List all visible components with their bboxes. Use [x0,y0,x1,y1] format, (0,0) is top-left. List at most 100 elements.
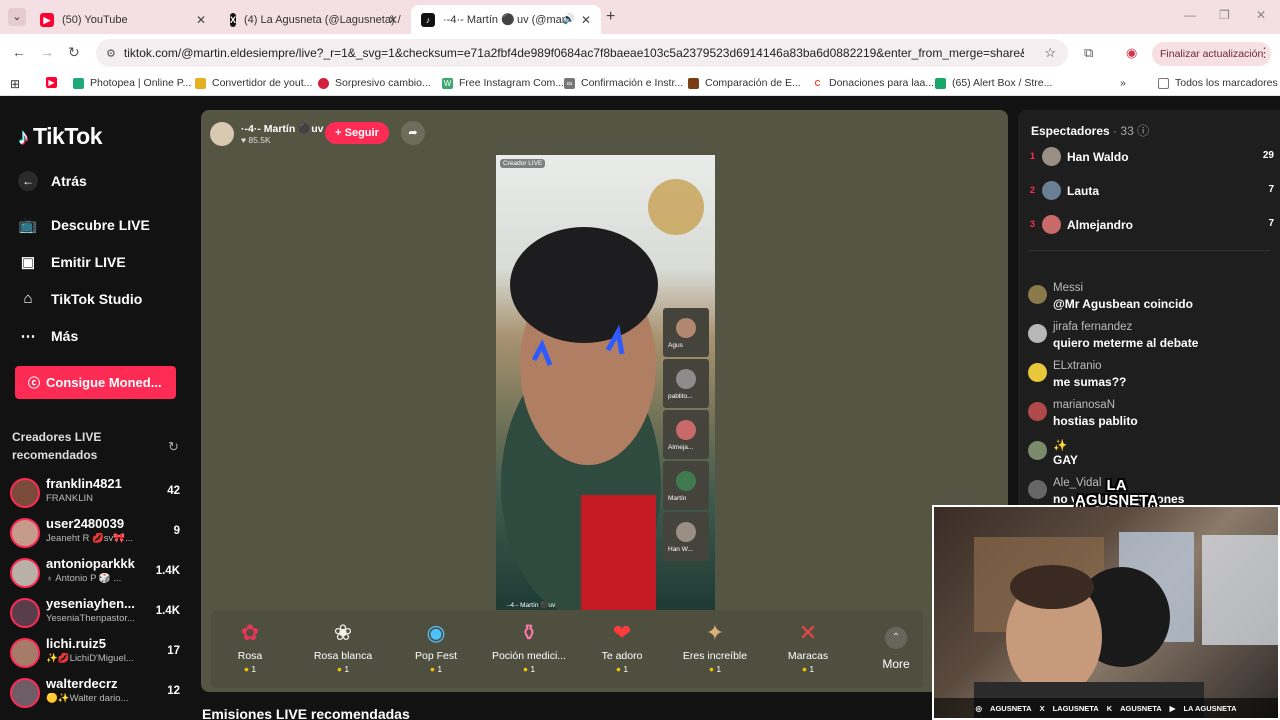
gift-name: Rosa [237,650,263,662]
sidebar-item-studio[interactable]: ⌂ TikTok Studio [18,290,142,307]
gift-item[interactable]: ❀ Rosa blanca ● 1 [298,620,388,674]
gift-price: ● 1 [298,664,388,674]
host-name[interactable]: ·-4·- Martín ⚫uv [241,122,324,135]
minimize-icon[interactable]: — [1184,8,1196,22]
live-video[interactable]: Creador LIVE Agus pablito... Almeja... M… [496,155,715,612]
gift-item[interactable]: ◉ Pop Fest ● 1 [391,620,481,674]
sidebar-item-discover-live[interactable]: 📺 Descubre LIVE [18,216,150,234]
bookmarks-overflow-icon[interactable]: » [1120,77,1126,89]
close-icon[interactable]: ✕ [196,13,206,27]
bookmark-donations[interactable]: C Donaciones para laa... [812,77,934,89]
bookmark-comparison[interactable]: Comparación de E... [688,77,801,89]
guest-tile[interactable]: pablito... [663,359,709,408]
creator-item[interactable]: yeseniayhen... YeseniaThenpastor... 1.4K [10,596,180,632]
bookmark-converter[interactable]: Convertidor de yout... [195,77,312,89]
instagram-handle: AGUSNETA [990,703,1032,713]
gift-name: Pop Fest [414,650,458,662]
sidebar-item-more[interactable]: ⋯ Más [18,327,79,345]
chat-message[interactable]: marianosaN hostias pablito [1028,399,1272,437]
bookmark-confirmation[interactable]: ∞ Confirmación e Instr... [564,77,683,89]
chat-message[interactable]: ELxtranio me sumas?? [1028,360,1272,398]
close-icon[interactable]: ✕ [581,13,591,27]
menu-icon[interactable]: ⋮ [1258,45,1271,61]
bookmark-star-icon[interactable]: ☆ [1044,45,1056,61]
gift-item[interactable]: ⚱ Poción medici... ● 1 [484,620,574,674]
bookmark-alertbox[interactable]: (65) Alert Box / Stre... [935,77,1052,89]
avatar [1028,285,1047,304]
creator-item[interactable]: lichi.ruiz5 ✨💋LichiD'Miguel... 17 [10,636,180,672]
chat-message[interactable]: ✨ GAY [1028,438,1272,476]
site-info-icon[interactable]: ⚙ [106,47,116,60]
creator-item[interactable]: user2480039 Jeaneht R 💋sv🎀... 9 [10,516,180,552]
live-player[interactable]: ·-4·- Martín ⚫uv ♥ 85.5K + Seguir ➦ Crea… [201,110,1008,692]
more-gifts-button[interactable]: ⌃ More [876,627,916,671]
bookmark-instagram[interactable]: W Free Instagram Com... [442,77,564,89]
forward-icon[interactable]: → [40,44,54,60]
new-tab-button[interactable]: + [606,8,615,26]
gift-item[interactable]: ✿ Rosa ● 1 [205,620,295,674]
sidebar-item-go-live[interactable]: ▣ Emitir LIVE [18,253,126,271]
update-button[interactable]: Finalizar actualización [1152,42,1272,66]
url-field[interactable]: ⚙ tiktok.com/@martin.eldesiempre/live?_r… [96,39,1068,67]
guest-tile[interactable]: Han W... [663,512,709,561]
creator-item[interactable]: franklin4821 FRANKLIN 42 [10,476,180,512]
viewer-row[interactable]: 3 Almejandro 7 [1030,215,1274,237]
tab-twitter[interactable]: X (4) La Agusneta (@Lagusneta) / ✕ [220,5,408,34]
viewer-row[interactable]: 2 Lauta 7 [1030,181,1274,203]
host-avatar[interactable] [210,122,234,146]
guest-tile[interactable]: Martín [663,461,709,510]
restore-icon[interactable]: ❐ [1219,8,1230,22]
bookmark-youtube[interactable]: ▶ [46,77,63,88]
tiktok-note-icon: ♪ [18,123,29,149]
guest-tile[interactable]: Almeja... [663,410,709,459]
guest-name: Agus [668,342,683,349]
chat-message[interactable]: jirafa fernandez quiero meterme al debat… [1028,321,1272,359]
agusneta-logo: LA AGUSNETA [1075,478,1158,508]
bookmark-news[interactable]: Sorpresivo cambio... [318,77,431,89]
apps-icon[interactable]: ⊞ [10,77,20,91]
gift-item[interactable]: ✦ Eres increíble ● 1 [670,620,760,674]
gift-name: Poción medici... [491,650,567,662]
coin-icon: ⓒ [28,376,41,390]
tiktok-logo[interactable]: ♪ TikTok [18,123,103,150]
creator-item[interactable]: walterdecrz 🟡✨Walter dario... 12 [10,676,180,712]
camera-icon: ▣ [20,254,36,271]
close-icon[interactable]: ✕ [388,13,398,27]
guest-tile[interactable]: Agus [663,308,709,357]
extensions-icon[interactable]: ⧉ [1084,45,1093,61]
profile-icon[interactable]: ◉ [1126,45,1137,61]
info-icon[interactable]: ⓘ [1137,124,1149,138]
sidebar-back[interactable]: ← Atrás [18,171,87,191]
viewer-row[interactable]: 1 Han Waldo 29 [1030,147,1274,169]
refresh-icon[interactable]: ↻ [168,439,179,455]
gift-bar: ✿ Rosa ● 1 ❀ Rosa blanca ● 1 ◉ Pop Fest … [211,610,923,688]
reload-icon[interactable]: ↻ [68,44,80,61]
close-window-icon[interactable]: ✕ [1256,8,1266,22]
chat-text: hostias pablito [1053,414,1138,428]
creator-sub: ✨💋LichiD'Miguel... [46,653,134,664]
studio-icon: ⌂ [23,290,33,307]
tab-search-button[interactable]: ⌄ [8,8,26,26]
bookmark-label: Comparación de E... [705,77,801,89]
follow-button[interactable]: + Seguir [325,122,389,144]
gift-item[interactable]: ❤ Te adoro ● 1 [577,620,667,674]
chat-user: ✨ [1053,440,1068,452]
gift-item[interactable]: ✕ Maracas ● 1 [763,620,853,674]
tab-youtube[interactable]: ▶ (50) YouTube ✕ [30,5,216,34]
creator-item[interactable]: antonioparkkk ♁ Antonio P 🎲 ... 1.4K [10,556,180,592]
heart-icon: ❤ [612,620,632,645]
bookmark-label: Confirmación e Instr... [581,77,684,89]
speaker-icon[interactable]: 🔊 [563,14,575,25]
get-coins-button[interactable]: ⓒ Consigue Moned... [15,366,176,399]
all-bookmarks[interactable]: Todos los marcadores [1158,77,1278,89]
youtube-handle: LA AGUSNETA [1183,703,1237,713]
back-label: Atrás [51,173,87,189]
viewer-rank: 1 [1030,151,1036,161]
more-label: More [882,657,910,671]
chat-message[interactable]: Messi @Mr Agusbean coincido [1028,282,1272,320]
viewer-count: 1.4K [155,565,180,577]
share-icon[interactable]: ➦ [401,121,425,145]
tab-tiktok-live[interactable]: ♪ ·-4·- Martín ⚫ uv (@mar 🔊 ✕ [411,5,601,34]
bookmark-photopea[interactable]: Photopea | Online P... [73,77,191,89]
back-icon[interactable]: ← [12,44,26,60]
